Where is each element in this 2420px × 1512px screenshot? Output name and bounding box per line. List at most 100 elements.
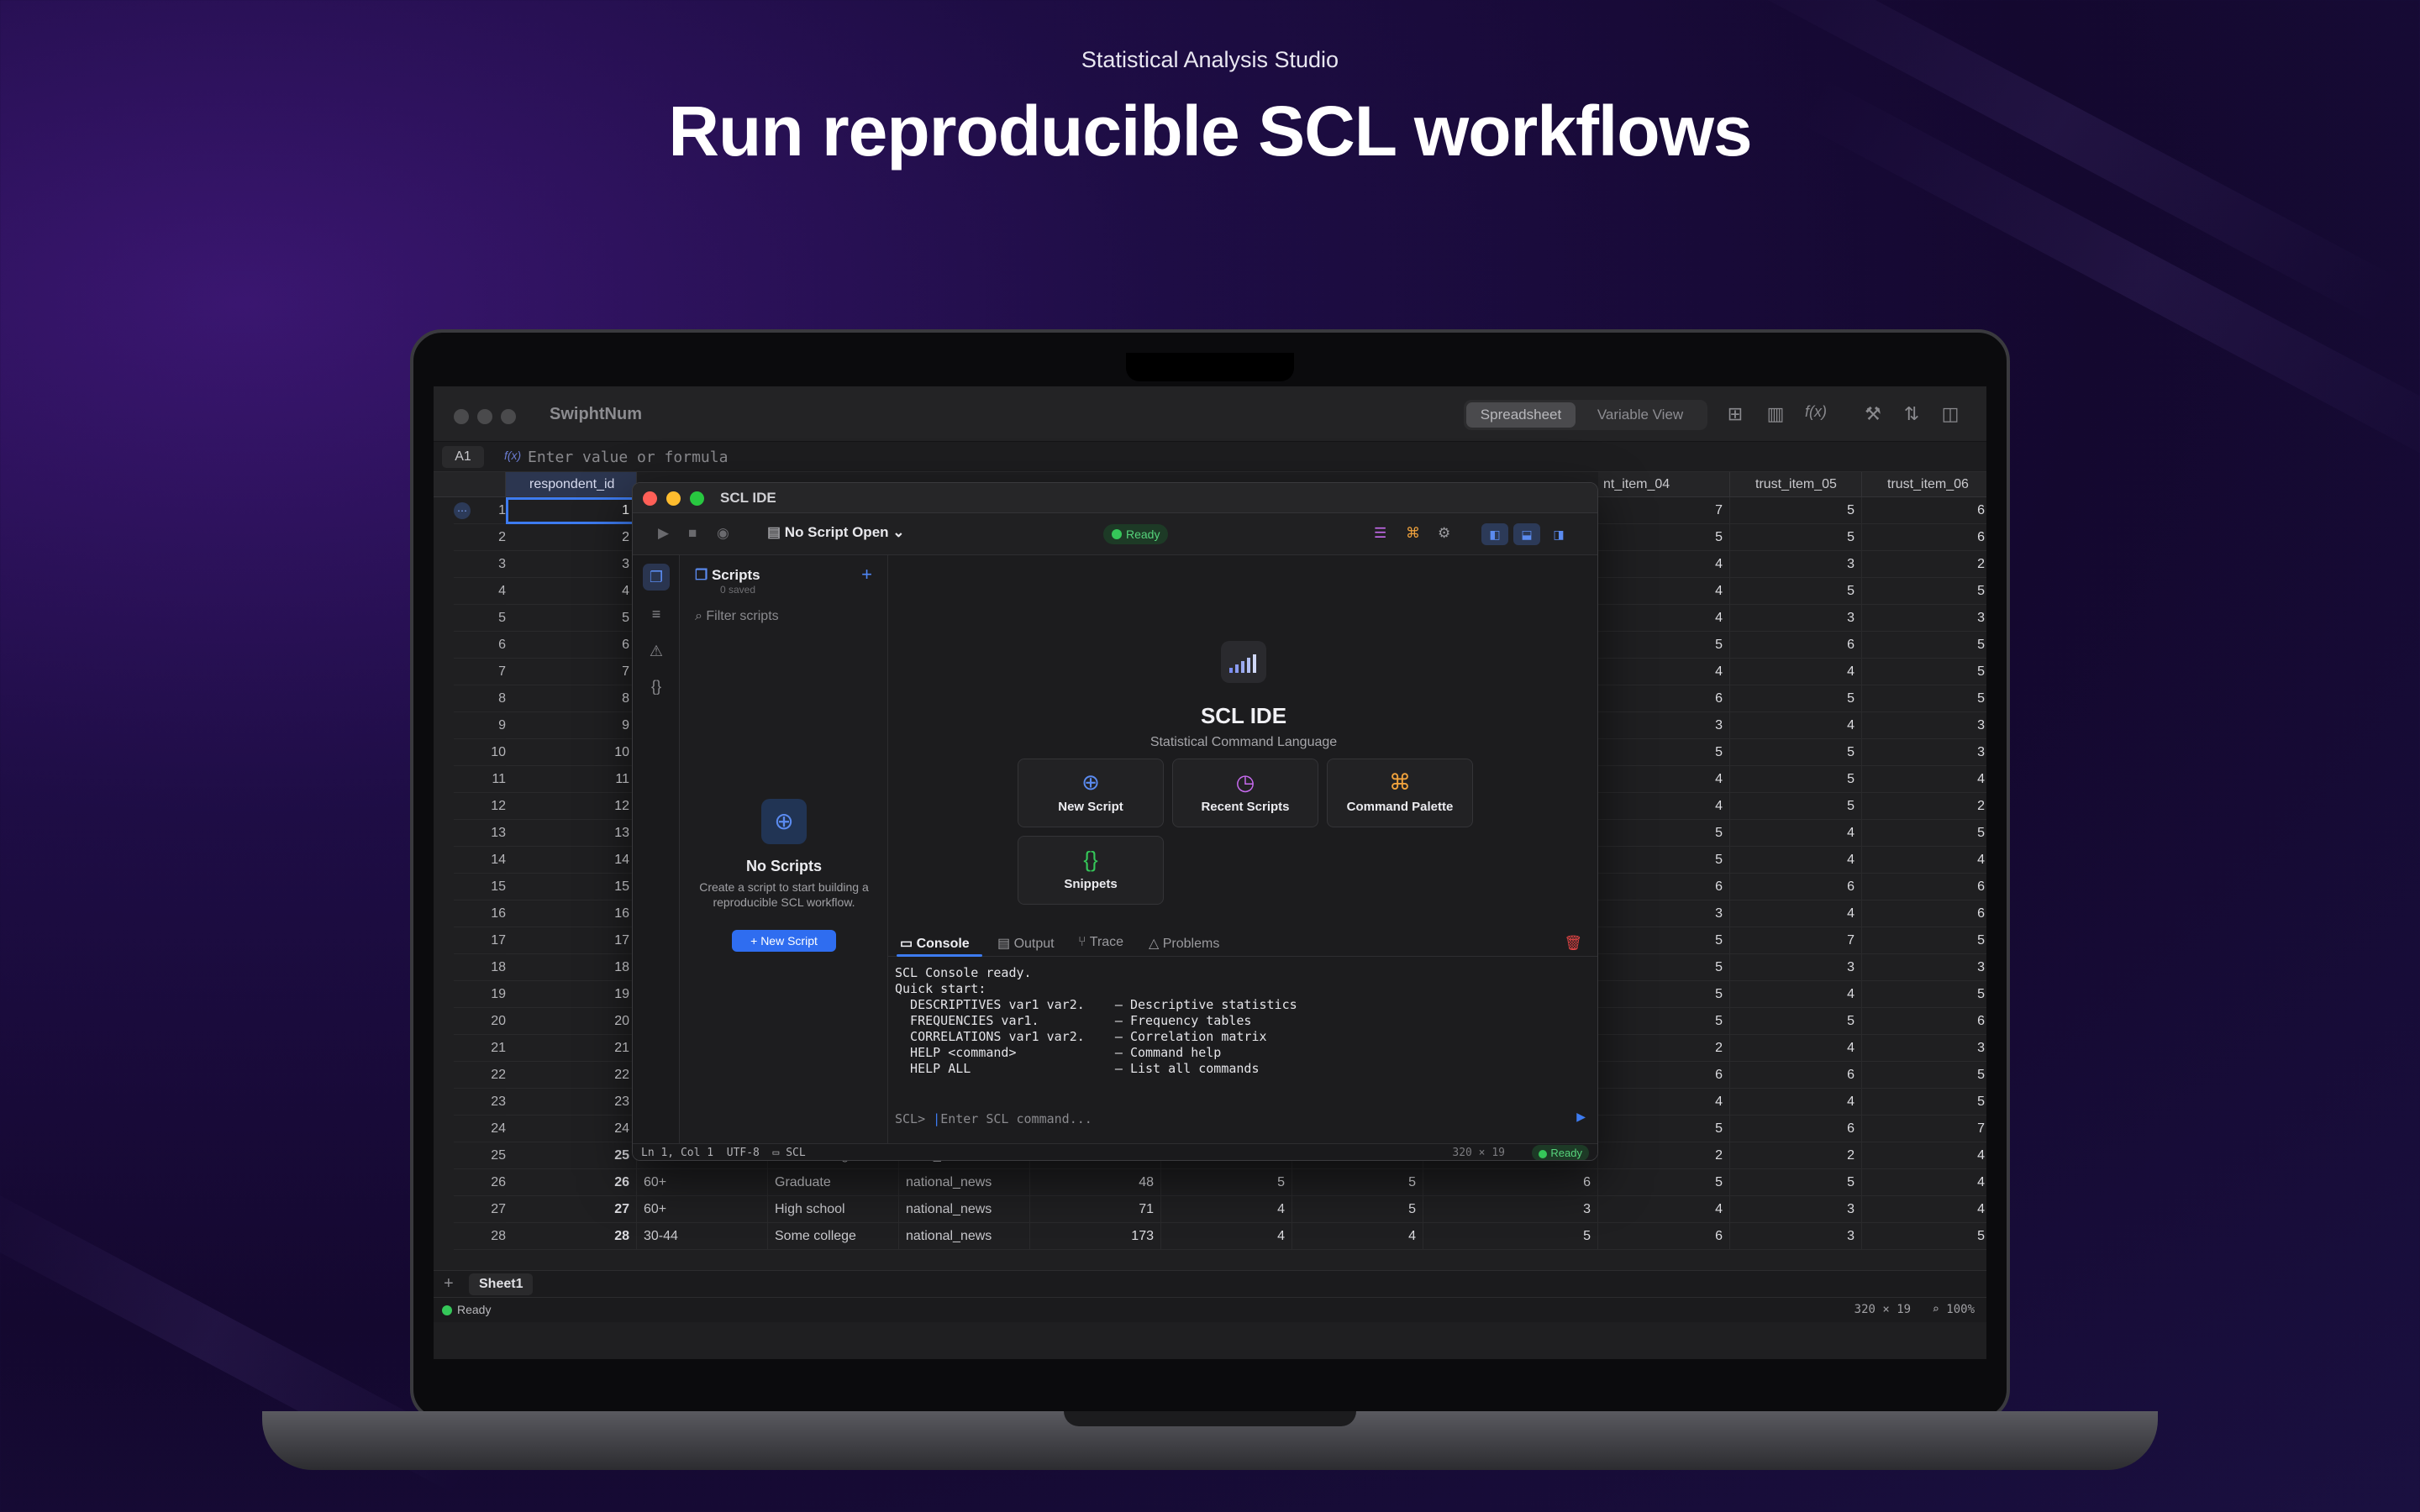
table-cell[interactable]: 5	[1862, 632, 1986, 659]
table-cell[interactable]: 5	[1598, 1169, 1730, 1196]
table-cell[interactable]: 6	[1730, 632, 1862, 659]
table-cell[interactable]: 5	[1598, 632, 1730, 659]
table-cell[interactable]: 3	[1862, 739, 1986, 766]
minimize-window-button[interactable]	[477, 409, 492, 424]
table-cell[interactable]: 4	[1862, 1196, 1986, 1223]
table-cell[interactable]: 3	[1730, 1196, 1862, 1223]
table-cell[interactable]: 5	[1598, 954, 1730, 981]
formula-input[interactable]: Enter value or formula	[528, 449, 728, 466]
table-cell[interactable]: 4	[1598, 551, 1730, 578]
ide-zoom-button[interactable]	[690, 491, 704, 506]
table-cell[interactable]: 4	[1862, 847, 1986, 874]
table-cell[interactable]: 3	[1862, 1035, 1986, 1062]
table-cell[interactable]: 1	[506, 497, 637, 524]
snippets-card[interactable]: {} Snippets	[1018, 836, 1164, 905]
table-cell[interactable]: 5	[1730, 497, 1862, 524]
zoom-window-button[interactable]	[501, 409, 516, 424]
table-cell[interactable]: 5	[1730, 766, 1862, 793]
table-cell[interactable]: 4	[1862, 766, 1986, 793]
tab-problems[interactable]: △ Problems	[1149, 935, 1219, 952]
step-icon[interactable]: ◉	[717, 525, 729, 542]
table-cell[interactable]: 48	[1030, 1169, 1161, 1196]
tab-console[interactable]: ▭ Console	[900, 935, 970, 952]
table-cell[interactable]: 27	[506, 1196, 637, 1223]
table-cell[interactable]: 5	[1598, 739, 1730, 766]
table-cell[interactable]: 30-44	[637, 1223, 768, 1250]
table-cell[interactable]: 6	[1598, 1062, 1730, 1089]
column-header-trust-item-06[interactable]: trust_item_06	[1862, 472, 1986, 497]
table-cell[interactable]: 4	[506, 578, 637, 605]
table-cell[interactable]: 5	[506, 605, 637, 632]
table-cell[interactable]: 5	[1598, 927, 1730, 954]
table-cell[interactable]: 3	[1598, 712, 1730, 739]
table-cell[interactable]: 5	[1862, 1223, 1986, 1250]
table-cell[interactable]: 13	[506, 820, 637, 847]
tab-trace[interactable]: ⑂ Trace	[1078, 935, 1123, 950]
table-cell[interactable]: 2	[1598, 1142, 1730, 1169]
table-cell[interactable]: 5	[1862, 659, 1986, 685]
table-cell[interactable]: 8	[506, 685, 637, 712]
table-cell[interactable]: 5	[1862, 685, 1986, 712]
table-cell[interactable]: 5	[1598, 1008, 1730, 1035]
table-cell[interactable]: 3	[1862, 712, 1986, 739]
stop-icon[interactable]: ■	[688, 525, 697, 542]
table-cell[interactable]: Some college	[768, 1223, 899, 1250]
table-cell[interactable]: 6	[1862, 874, 1986, 900]
table-cell[interactable]: 5	[1862, 820, 1986, 847]
table-cell[interactable]: 4	[1730, 659, 1862, 685]
zoom-icon[interactable]: ⌕	[1932, 1303, 1939, 1316]
outline-list-icon[interactable]: ≡	[643, 601, 670, 627]
table-cell[interactable]: 4	[1598, 1089, 1730, 1116]
table-cell[interactable]: 4	[1161, 1196, 1292, 1223]
table-cell[interactable]: 6	[506, 632, 637, 659]
sidebar-icon[interactable]: ◫	[1938, 403, 1963, 425]
table-cell[interactable]: 3	[1730, 551, 1862, 578]
table-cell[interactable]: 15	[506, 874, 637, 900]
table-cell[interactable]: 6	[1730, 1062, 1862, 1089]
toggle-left-panel-icon[interactable]: ◧	[1481, 523, 1508, 545]
table-cell[interactable]: 5	[1730, 739, 1862, 766]
scripts-icon[interactable]: ❐	[643, 564, 670, 591]
table-cell[interactable]: 17	[506, 927, 637, 954]
column-header-trust-item-05[interactable]: trust_item_05	[1730, 472, 1862, 497]
table-cell[interactable]: 5	[1862, 1062, 1986, 1089]
send-icon[interactable]: ▶	[1576, 1110, 1586, 1124]
table-cell[interactable]: 3	[1730, 954, 1862, 981]
table-cell[interactable]: 5	[1598, 524, 1730, 551]
table-cell[interactable]: 2	[1862, 551, 1986, 578]
table-cell[interactable]: 5	[1598, 1116, 1730, 1142]
table-cell[interactable]: 5	[1730, 1008, 1862, 1035]
table-cell[interactable]: 5	[1423, 1223, 1598, 1250]
table-cell[interactable]: 2	[506, 524, 637, 551]
table-cell[interactable]: 4	[1598, 766, 1730, 793]
table-cell[interactable]: 5	[1292, 1169, 1423, 1196]
table-cell[interactable]: 6	[1862, 524, 1986, 551]
table-cell[interactable]: 25	[506, 1142, 637, 1169]
sheet-tab[interactable]: Sheet1	[469, 1273, 534, 1295]
table-cell[interactable]: 173	[1030, 1223, 1161, 1250]
table-cell[interactable]: 4	[1161, 1223, 1292, 1250]
table-cell[interactable]: 7	[1862, 1116, 1986, 1142]
table-cell[interactable]: 6	[1862, 900, 1986, 927]
table-cell[interactable]: 6	[1730, 1116, 1862, 1142]
table-cell[interactable]: 22	[506, 1062, 637, 1089]
snippets-rail-icon[interactable]: {}	[643, 673, 670, 700]
table-cell[interactable]: 28	[506, 1223, 637, 1250]
table-cell[interactable]: 26	[506, 1169, 637, 1196]
table-cell[interactable]: 4	[1730, 712, 1862, 739]
table-cell[interactable]: 5	[1598, 847, 1730, 874]
table-cell[interactable]: 6	[1598, 1223, 1730, 1250]
table-cell[interactable]: 4	[1598, 578, 1730, 605]
table-cell[interactable]: High school	[768, 1196, 899, 1223]
add-script-button[interactable]: +	[861, 564, 872, 585]
table-cell[interactable]: national_news	[899, 1196, 1030, 1223]
chart-icon[interactable]: ▥	[1763, 403, 1788, 425]
table-cell[interactable]: 6	[1730, 874, 1862, 900]
trash-icon[interactable]: 🗑	[1564, 935, 1582, 952]
script-select[interactable]: ▤ No Script Open ⌄	[767, 524, 905, 541]
table-cell[interactable]: 3	[1730, 1223, 1862, 1250]
toggle-right-panel-icon[interactable]: ◨	[1545, 523, 1572, 545]
table-cell[interactable]: 4	[1292, 1223, 1423, 1250]
warning-icon[interactable]: ⚠	[643, 638, 670, 664]
tab-spreadsheet[interactable]: Spreadsheet	[1466, 402, 1576, 428]
